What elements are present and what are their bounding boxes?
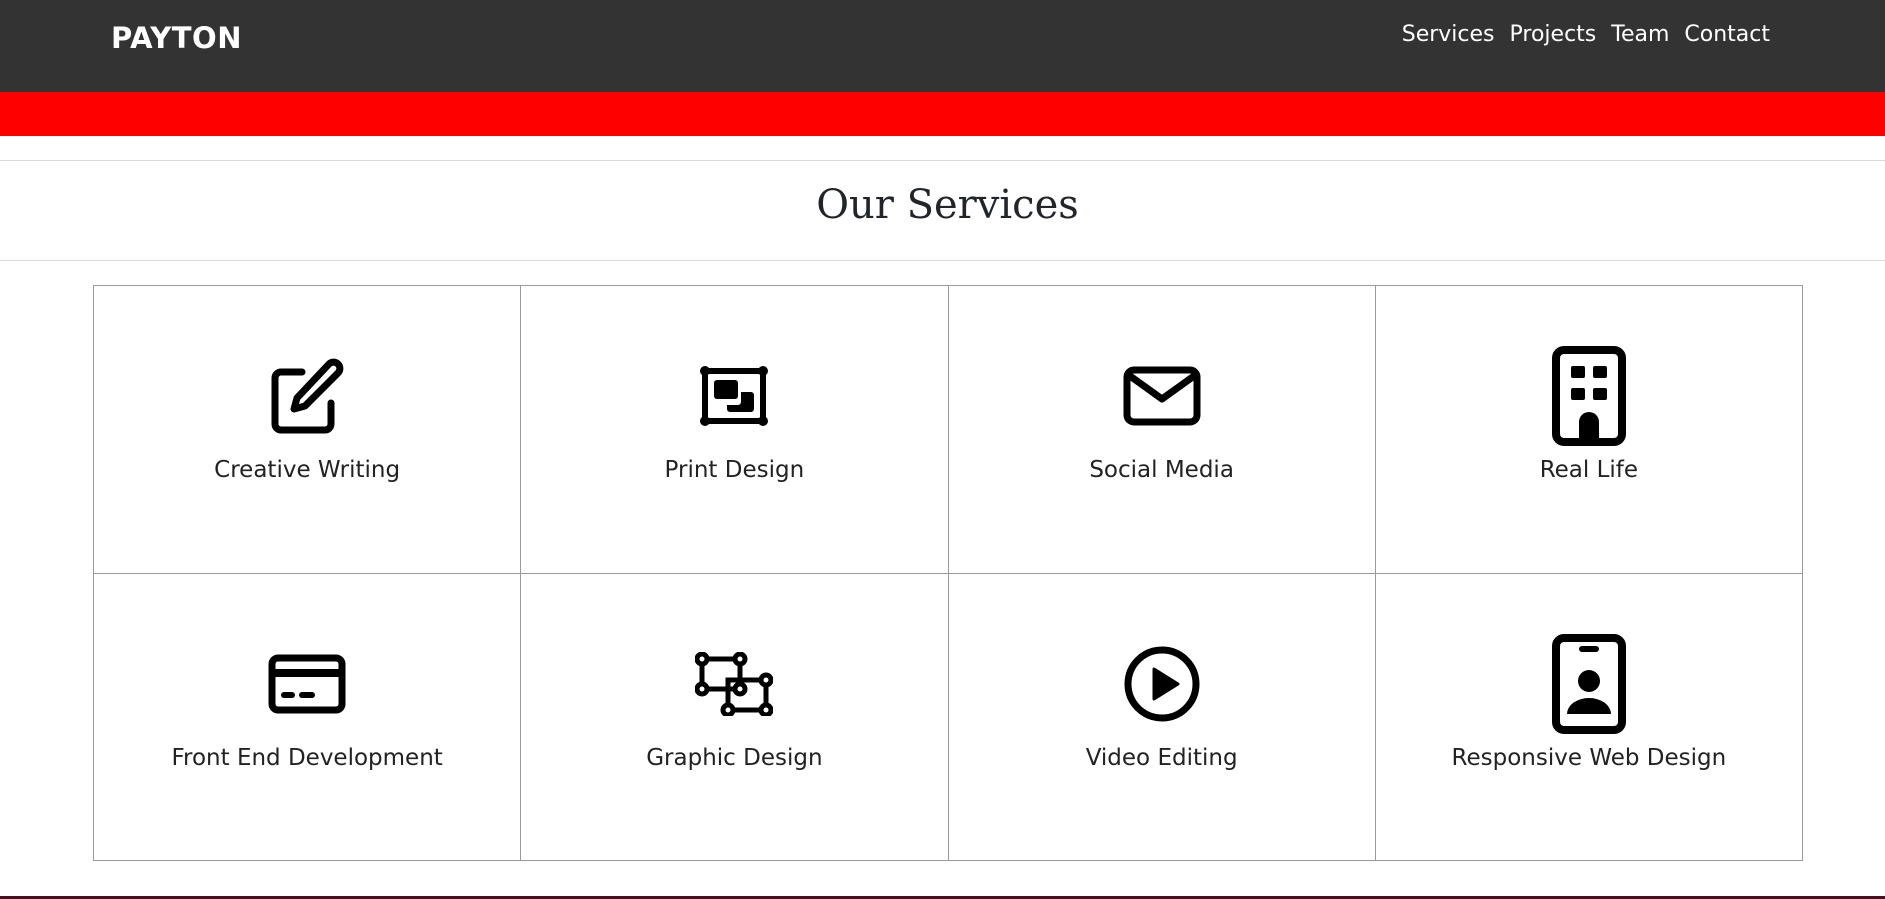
building-icon (1376, 344, 1802, 448)
nav-link-contact[interactable]: Contact (1684, 22, 1770, 47)
nav-link-projects[interactable]: Projects (1510, 22, 1597, 47)
envelope-icon (949, 344, 1375, 448)
print-layout-icon (521, 344, 947, 448)
nav-links: Services Projects Team Contact (1402, 22, 1770, 47)
service-label: Print Design (664, 457, 805, 483)
service-card-social-media[interactable]: Social Media (948, 286, 1376, 574)
service-card-video-editing[interactable]: Video Editing (948, 573, 1376, 861)
section-divider-top (0, 160, 1885, 161)
service-label: Social Media (1089, 457, 1234, 483)
service-label: Creative Writing (214, 457, 401, 483)
service-label: Video Editing (1085, 744, 1238, 771)
service-card-front-end-development[interactable]: Front End Development (94, 573, 522, 861)
service-label: Front End Development (171, 744, 443, 771)
service-card-real-life[interactable]: Real Life (1375, 286, 1803, 574)
service-card-creative-writing[interactable]: Creative Writing (94, 286, 522, 574)
services-grid: Creative Writing Print Design Social Med… (93, 285, 1803, 861)
play-circle-icon (949, 632, 1375, 736)
service-card-responsive-web-design[interactable]: Responsive Web Design (1375, 573, 1803, 861)
pencil-square-icon (94, 344, 520, 448)
credit-card-icon (94, 632, 520, 736)
section-divider-bottom (0, 260, 1885, 261)
nav-link-services[interactable]: Services (1402, 22, 1495, 47)
nav-link-team[interactable]: Team (1611, 22, 1669, 47)
service-card-print-design[interactable]: Print Design (521, 286, 949, 574)
service-card-graphic-design[interactable]: Graphic Design (521, 573, 949, 861)
service-label: Graphic Design (646, 744, 823, 771)
service-label: Real Life (1539, 457, 1639, 483)
section-title: Our Services (816, 182, 1079, 228)
service-label: Responsive Web Design (1451, 744, 1727, 771)
vector-shapes-icon (521, 632, 947, 736)
brand-logo[interactable]: PAYTON (111, 21, 242, 55)
top-navbar: PAYTON Services Projects Team Contact (0, 0, 1885, 92)
id-badge-icon (1376, 632, 1802, 736)
accent-band (0, 92, 1885, 136)
